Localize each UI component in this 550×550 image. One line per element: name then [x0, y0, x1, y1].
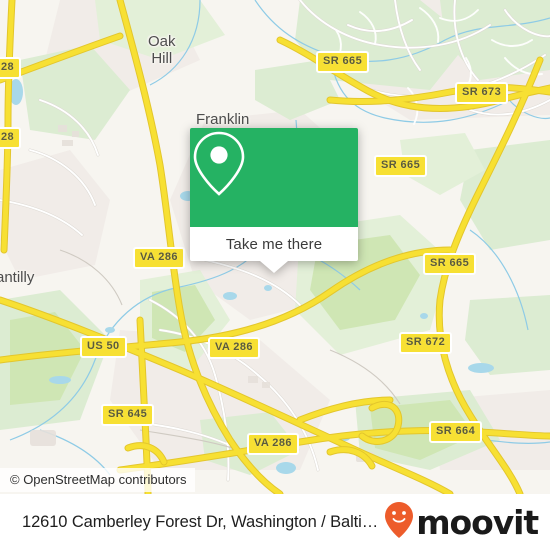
- road-shield-sr-665-mid: SR 665: [374, 155, 428, 177]
- moovit-smiley-pin-icon: [384, 501, 414, 544]
- road-shield-28-south: 28: [0, 127, 22, 149]
- road-shield-sr-665-top: SR 665: [316, 51, 370, 73]
- road-shield-va-286-nw: VA 286: [133, 247, 185, 269]
- map-canvas[interactable]: .ld { fill:#f7f5f0; } .res { fill:#f1ece…: [0, 0, 550, 494]
- place-label-oak-hill: Oak Hill: [148, 33, 176, 67]
- moovit-brand[interactable]: moovit: [384, 501, 539, 544]
- road-shield-va-286-mid: VA 286: [208, 337, 260, 359]
- road-shield-28-north: 28: [0, 57, 22, 79]
- place-label-chantilly: antilly: [0, 269, 35, 286]
- popup-pointer-tail: [260, 261, 288, 273]
- popup-pin-panel: [190, 128, 358, 227]
- road-shield-sr-672: SR 672: [399, 332, 453, 354]
- road-shield-sr-665-east: SR 665: [423, 253, 477, 275]
- map-screenshot: .ld { fill:#f7f5f0; } .res { fill:#f1ece…: [0, 0, 550, 550]
- address-title: 12610 Camberley Forest Dr, Washington / …: [22, 512, 385, 531]
- road-shield-us-50: US 50: [80, 336, 127, 358]
- take-me-there-popup[interactable]: Take me there: [190, 128, 358, 273]
- take-me-there-button[interactable]: Take me there: [190, 227, 358, 261]
- footer-bar: 12610 Camberley Forest Dr, Washington / …: [0, 494, 550, 550]
- road-shield-sr-673: SR 673: [455, 82, 509, 104]
- road-shield-va-286-south: VA 286: [247, 433, 299, 455]
- road-shield-sr-645: SR 645: [101, 404, 155, 426]
- place-label-franklin: Franklin: [196, 111, 250, 128]
- osm-attribution[interactable]: © OpenStreetMap contributors: [0, 468, 195, 492]
- moovit-wordmark: moovit: [416, 502, 539, 542]
- road-shield-sr-664: SR 664: [429, 421, 483, 443]
